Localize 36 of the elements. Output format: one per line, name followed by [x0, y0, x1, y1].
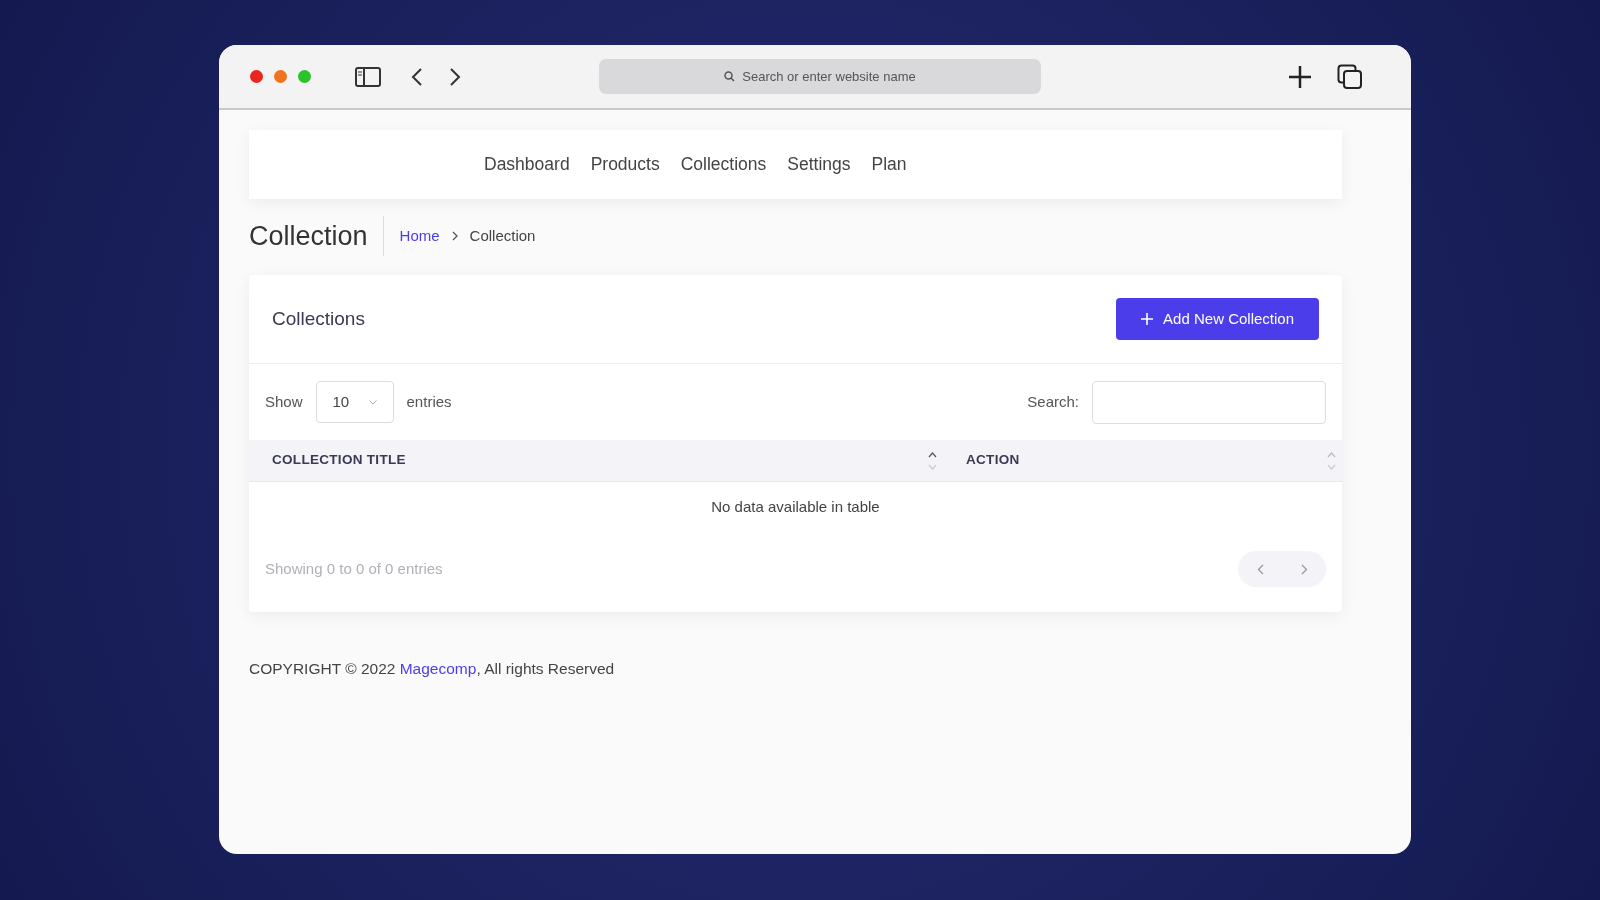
page-title: Collection	[249, 215, 384, 257]
nav-link[interactable]: Dashboard	[484, 151, 570, 178]
breadcrumb-link[interactable]: Home	[399, 224, 440, 248]
search-field[interactable]	[1092, 380, 1326, 424]
add-new-collection-button[interactable]: Add New Collection	[1116, 298, 1319, 340]
sidebar-icon[interactable]	[355, 66, 381, 87]
empty-table-message: No data available in table	[710, 497, 881, 517]
breadcrumb-current: Collection	[469, 225, 536, 246]
search-icon	[724, 71, 736, 82]
nav-link[interactable]: Plan	[871, 151, 907, 178]
sort-icon	[928, 450, 937, 471]
address-bar[interactable]: Search or enter website name	[599, 59, 1041, 94]
new-tab-icon[interactable]	[1288, 64, 1312, 89]
search-label: Search:	[1027, 391, 1079, 412]
plus-icon	[1141, 313, 1154, 325]
forward-icon[interactable]	[449, 66, 461, 87]
previous-page-icon[interactable]	[1256, 563, 1264, 575]
entries-select[interactable]: 10	[315, 381, 394, 423]
card-title: Collections	[272, 306, 365, 331]
column-header[interactable]: COLLECTION TITLE	[249, 440, 943, 481]
table-info: Showing 0 to 0 of 0 entries	[265, 558, 443, 579]
show-label: Show	[265, 391, 303, 412]
chevron-down-icon	[368, 399, 377, 405]
copyright-text: COPYRIGHT © 2022 Magecomp, All rights Reserved	[249, 659, 616, 679]
nav-link[interactable]: Settings	[787, 151, 851, 178]
column-header[interactable]: ACTION	[943, 440, 1342, 481]
back-icon[interactable]	[411, 66, 423, 87]
magecomp-link[interactable]: Magecomp	[399, 660, 477, 677]
entries-label: entries	[406, 391, 452, 412]
next-page-icon[interactable]	[1300, 563, 1308, 575]
nav-link[interactable]: Collections	[680, 151, 767, 178]
sort-icon	[1327, 450, 1336, 471]
nav-link[interactable]: Products	[590, 151, 660, 178]
tabs-overview-icon[interactable]	[1337, 63, 1363, 90]
address-placeholder: Search or enter website name	[742, 67, 916, 86]
chevron-right-icon	[451, 231, 458, 241]
